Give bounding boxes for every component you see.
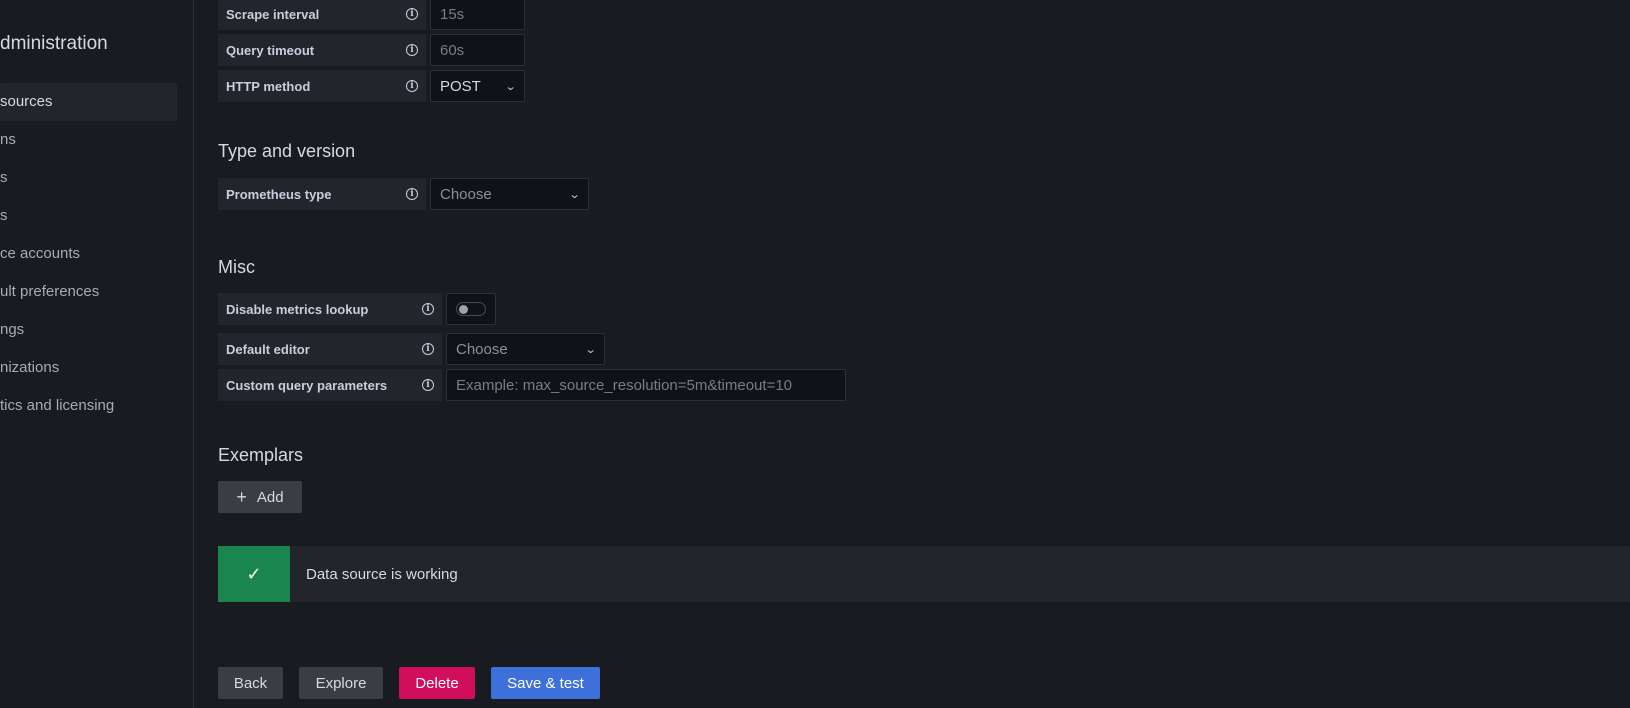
sidebar-item-data-sources[interactable]: sources [0,83,177,121]
scrape-interval-input[interactable]: 15s [430,0,525,30]
info-circle-icon[interactable]: i [406,188,418,200]
data-source-status-alert: ✓ Data source is working [218,546,1630,602]
prometheus-type-select[interactable]: Choose ⌄ [430,178,589,210]
default-editor-select[interactable]: Choose ⌄ [446,333,605,365]
alert-icon-box: ✓ [218,546,290,602]
http-method-select[interactable]: POST ⌄ [430,70,525,102]
query-timeout-input[interactable]: 60s [430,34,525,66]
info-circle-icon[interactable]: i [406,8,418,20]
disable-metrics-lookup-toggle[interactable] [456,302,486,316]
sidebar-item-default-preferences[interactable]: ult preferences [0,273,177,311]
chevron-down-icon: ⌄ [504,80,517,93]
custom-query-parameters-label: Custom query parameters i [218,369,442,401]
chevron-down-icon: ⌄ [568,188,581,201]
sidebar-nav: sources ns s s ce accounts ult preferenc… [0,83,177,425]
alert-message: Data source is working [306,565,458,583]
disable-metrics-lookup-row: Disable metrics lookup i [218,293,496,325]
disable-metrics-lookup-label: Disable metrics lookup i [218,293,442,325]
http-method-row: HTTP method i POST ⌄ [218,70,525,102]
toggle-knob [459,305,468,314]
info-circle-icon[interactable]: i [406,44,418,56]
sidebar-title: dministration [0,33,108,54]
sidebar-item-teams[interactable]: s [0,197,177,235]
custom-query-parameters-input[interactable]: Example: max_source_resolution=5m&timeou… [446,369,846,401]
default-editor-label: Default editor i [218,333,442,365]
misc-heading: Misc [218,257,255,277]
delete-button[interactable]: Delete [399,667,475,699]
sidebar-item-service-accounts[interactable]: ce accounts [0,235,177,273]
plus-icon: + [236,486,247,507]
scrape-interval-label: Scrape interval i [218,0,426,30]
scrape-interval-row: Scrape interval i 15s [218,0,525,30]
explore-button[interactable]: Explore [299,667,383,699]
back-button[interactable]: Back [218,667,283,699]
check-icon: ✓ [246,563,262,584]
default-editor-row: Default editor i Choose ⌄ [218,333,605,365]
info-circle-icon[interactable]: i [422,343,434,355]
sidebar-item-organizations[interactable]: nizations [0,349,177,387]
admin-sidebar: dministration sources ns s s ce accounts… [0,0,194,708]
query-timeout-label: Query timeout i [218,34,426,66]
custom-query-parameters-row: Custom query parameters i Example: max_s… [218,369,846,401]
add-exemplar-button[interactable]: + Add [218,481,302,513]
main-content: Scrape interval i 15s Query timeout i 60… [218,0,1630,708]
info-circle-icon[interactable]: i [422,303,434,315]
info-circle-icon[interactable]: i [422,379,434,391]
save-test-button[interactable]: Save & test [491,667,600,699]
prometheus-type-row: Prometheus type i Choose ⌄ [218,178,589,210]
sidebar-item-settings[interactable]: ngs [0,311,177,349]
exemplars-heading: Exemplars [218,445,304,465]
sidebar-item-users[interactable]: s [0,159,177,197]
chevron-down-icon: ⌄ [584,343,597,356]
info-circle-icon[interactable]: i [406,80,418,92]
http-method-label: HTTP method i [218,70,426,102]
prometheus-type-label: Prometheus type i [218,178,426,210]
type-version-heading: Type and version [218,141,356,161]
sidebar-item-plugins[interactable]: ns [0,121,177,159]
sidebar-item-stats-licensing[interactable]: tics and licensing [0,387,177,425]
disable-metrics-lookup-toggle-container [446,293,496,325]
query-timeout-row: Query timeout i 60s [218,34,525,66]
